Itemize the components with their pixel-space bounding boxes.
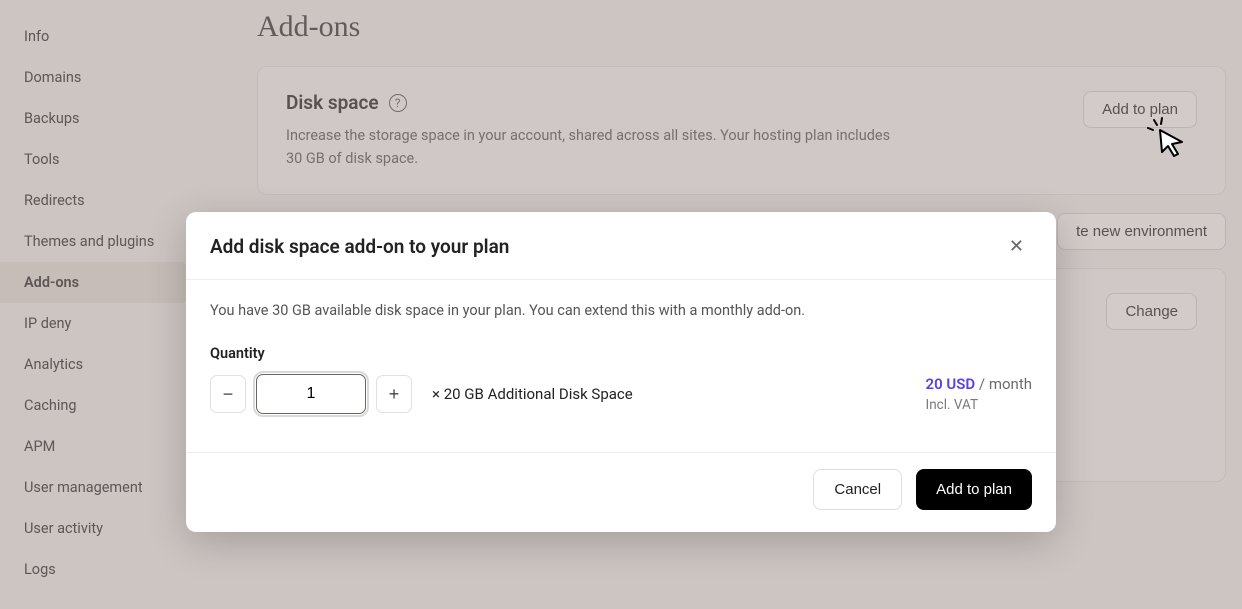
quantity-label: Quantity [210, 345, 1032, 362]
decrement-button[interactable]: − [210, 375, 246, 413]
quantity-input[interactable] [256, 374, 366, 414]
close-button[interactable]: ✕ [1001, 232, 1032, 261]
confirm-add-to-plan-button[interactable]: Add to plan [916, 469, 1032, 510]
quantity-description: × 20 GB Additional Disk Space [432, 385, 633, 403]
price-period: / month [975, 375, 1032, 393]
close-icon: ✕ [1009, 236, 1024, 256]
minus-icon: − [223, 384, 234, 405]
price-subtext: Incl. VAT [926, 397, 1032, 413]
price-amount: 20 USD [926, 375, 976, 393]
plus-icon: + [389, 384, 400, 405]
modal-overlay: Add disk space add-on to your plan ✕ You… [0, 0, 1242, 609]
add-disk-space-modal: Add disk space add-on to your plan ✕ You… [186, 212, 1056, 532]
price-line: 20 USD / month [926, 375, 1032, 393]
modal-description: You have 30 GB available disk space in y… [210, 302, 1032, 319]
cancel-button[interactable]: Cancel [813, 469, 902, 510]
increment-button[interactable]: + [376, 375, 412, 413]
modal-title: Add disk space add-on to your plan [210, 235, 509, 258]
